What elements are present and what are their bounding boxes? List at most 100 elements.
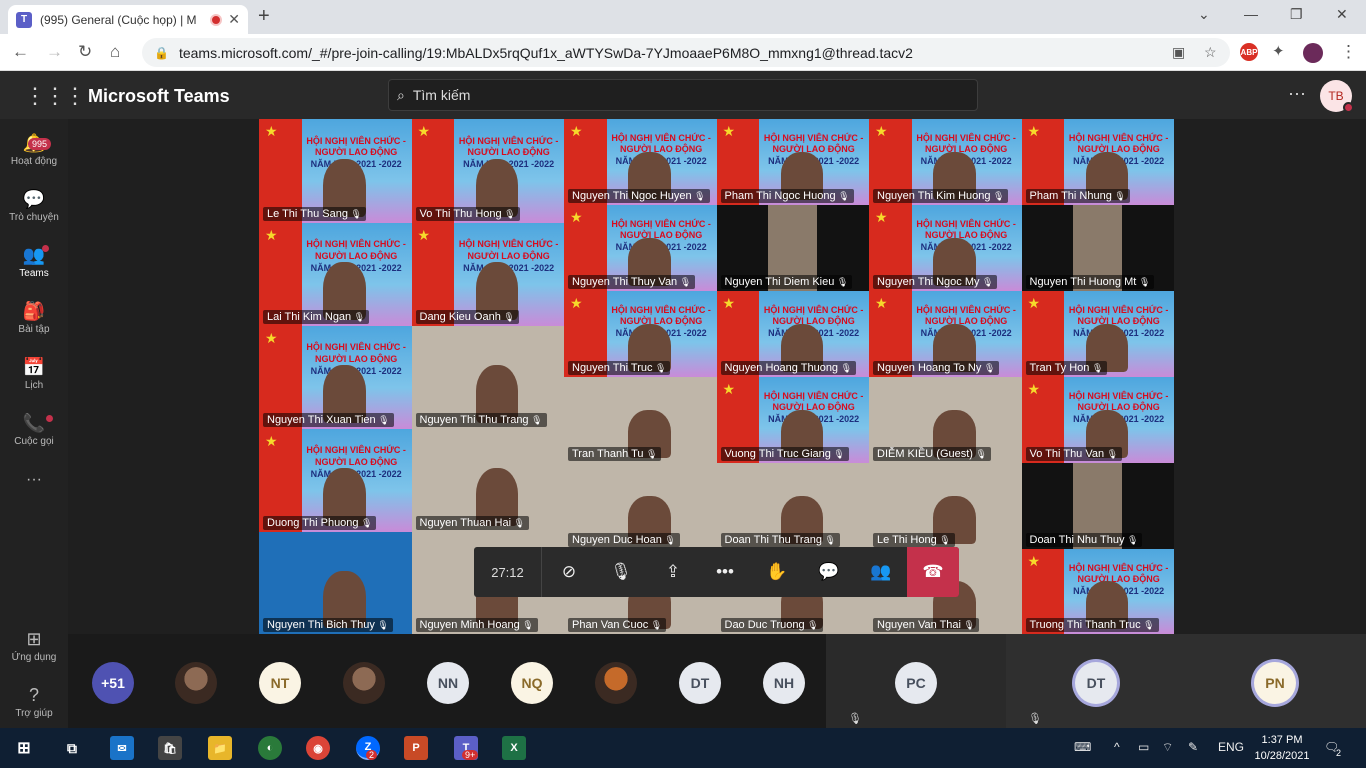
- app-launcher-icon[interactable]: ⋮⋮⋮: [24, 83, 86, 109]
- rail-item-chat[interactable]: 💬 Trò chuyện: [0, 189, 68, 223]
- chrome-icon[interactable]: ◉: [306, 736, 330, 760]
- pen-icon[interactable]: ✎: [1188, 740, 1198, 754]
- video-tile[interactable]: ★ HỘI NGHỊ VIÊN CHỨC - NGƯỜI LAO ĐỘNG NĂM …: [1021, 549, 1174, 634]
- minimize-icon[interactable]: —: [1244, 6, 1258, 22]
- video-tile[interactable]: ★ HỘI NGHỊ VIÊN CHỨC - NGƯỜI LAO ĐỘNG NĂM …: [411, 119, 564, 223]
- camera-off-icon[interactable]: ⊘: [552, 556, 586, 588]
- video-tile[interactable]: ★ HỘI NGHỊ VIÊN CHỨC - NGƯỜI LAO ĐỘNG NĂM …: [716, 377, 869, 463]
- rail-item-activity[interactable]: 995 🔔 Hoạt động: [0, 133, 68, 167]
- user-avatar[interactable]: TB: [1320, 80, 1354, 113]
- rail-item-calendar[interactable]: 📅 Lịch: [0, 357, 68, 391]
- rail-item-help[interactable]: ? Trợ giúp: [0, 685, 68, 719]
- video-tile[interactable]: ★ HỘI NGHỊ VIÊN CHỨC - NGƯỜI LAO ĐỘNG NĂM …: [564, 291, 717, 377]
- forward-icon[interactable]: →: [46, 42, 63, 62]
- speaker-avatar[interactable]: PN: [1254, 662, 1296, 704]
- bookmark-star-icon[interactable]: ☆: [1204, 44, 1217, 61]
- rail-more-icon[interactable]: ···: [0, 471, 68, 489]
- close-window-icon[interactable]: ✕: [1336, 6, 1348, 23]
- settings-more-icon[interactable]: ···: [1288, 83, 1306, 104]
- mail-icon[interactable]: ✉: [110, 736, 134, 760]
- close-tab-icon[interactable]: ✕: [228, 11, 240, 28]
- video-tile[interactable]: ★ HỘI NGHỊ VIÊN CHỨC - NGƯỜI LAO ĐỘNG NĂM …: [564, 119, 717, 205]
- video-tile[interactable]: ★ HỘI NGHỊ VIÊN CHỨC - NGƯỜI LAO ĐỘNG NĂM …: [259, 119, 412, 223]
- browser-menu-icon[interactable]: ⋮: [1340, 42, 1357, 62]
- language-indicator[interactable]: ENG: [1218, 740, 1244, 754]
- home-icon[interactable]: ⌂: [110, 42, 120, 62]
- participant-avatar[interactable]: DT: [679, 662, 721, 704]
- reload-icon[interactable]: ↻: [78, 42, 92, 62]
- participant-avatar[interactable]: [175, 662, 217, 704]
- speaker-avatar[interactable]: DT: [1075, 662, 1117, 704]
- rail-item-calls[interactable]: 📞 Cuộc gọi: [0, 413, 68, 447]
- participants-icon[interactable]: 👥: [864, 556, 898, 588]
- rail-item-apps[interactable]: ⊞ Ứng dụng: [0, 629, 68, 663]
- participant-name: Nguyen Hoang To Ny 🎙: [873, 361, 1000, 375]
- participant-avatar[interactable]: NN: [427, 662, 469, 704]
- video-tile[interactable]: Nguyen Thuan Hai 🎙: [411, 429, 564, 532]
- video-tile[interactable]: ★ HỘI NGHỊ VIÊN CHỨC - NGƯỜI LAO ĐỘNG NĂM …: [716, 291, 869, 377]
- network-icon[interactable]: ⌔: [1162, 740, 1173, 755]
- participant-avatar[interactable]: NH: [763, 662, 805, 704]
- video-tile[interactable]: Tran Thanh Tu 🎙: [564, 377, 717, 463]
- video-tile[interactable]: ★ HỘI NGHỊ VIÊN CHỨC - NGƯỜI LAO ĐỘNG NĂM …: [869, 119, 1022, 205]
- video-tile[interactable]: ★ HỘI NGHỊ VIÊN CHỨC - NGƯỜI LAO ĐỘNG NĂM …: [1021, 377, 1174, 463]
- new-tab-icon[interactable]: +: [258, 5, 270, 28]
- mic-off-icon[interactable]: 🎙: [604, 556, 638, 588]
- battery-icon[interactable]: ▭: [1138, 740, 1149, 754]
- video-tile[interactable]: ★ HỘI NGHỊ VIÊN CHỨC - NGƯỜI LAO ĐỘNG NĂM …: [869, 291, 1022, 377]
- back-icon[interactable]: ←: [12, 42, 29, 62]
- participant-avatar[interactable]: NQ: [511, 662, 553, 704]
- video-tile[interactable]: ★ HỘI NGHỊ VIÊN CHỨC - NGƯỜI LAO ĐỘNG NĂM …: [716, 119, 869, 205]
- extensions-icon[interactable]: ✦: [1272, 42, 1285, 60]
- share-screen-icon[interactable]: ⇪: [656, 556, 690, 588]
- store-icon[interactable]: 🛍: [158, 736, 182, 760]
- profile-avatar[interactable]: [1303, 43, 1323, 63]
- video-tile[interactable]: ★ HỘI NGHỊ VIÊN CHỨC - NGƯỜI LAO ĐỘNG NĂM …: [1021, 119, 1174, 205]
- search-input[interactable]: ⌕ Tìm kiếm: [388, 79, 978, 111]
- video-tile[interactable]: ★ HỘI NGHỊ VIÊN CHỨC - NGƯỜI LAO ĐỘNG NĂM …: [259, 429, 412, 532]
- tab-search-icon[interactable]: ⌄: [1198, 6, 1210, 23]
- video-tile[interactable]: Nguyen Thi Huong Mt 🎙: [1021, 205, 1174, 291]
- browser-tab[interactable]: T (995) General (Cuộc họp) | M ✕: [8, 5, 248, 34]
- excel-icon[interactable]: X: [502, 736, 526, 760]
- powerpoint-icon[interactable]: P: [404, 736, 428, 760]
- adblock-icon[interactable]: ABP: [1240, 43, 1258, 61]
- raise-hand-icon[interactable]: ✋: [760, 556, 794, 588]
- rail-item-assignments[interactable]: 🎒 Bài tập: [0, 301, 68, 335]
- video-tile[interactable]: Nguyen Thi Thu Trang 🎙: [411, 326, 564, 429]
- camera-permission-icon[interactable]: ▣: [1172, 44, 1185, 61]
- windows-start-icon[interactable]: ⊞: [12, 736, 36, 760]
- video-tile[interactable]: ★ HỘI NGHỊ VIÊN CHỨC - NGƯỜI LAO ĐỘNG NĂM …: [1021, 291, 1174, 377]
- task-view-icon[interactable]: ⧉: [60, 736, 84, 760]
- video-tile[interactable]: ★ HỘI NGHỊ VIÊN CHỨC - NGƯỜI LAO ĐỘNG NĂM …: [259, 223, 412, 326]
- video-tile[interactable]: DIỄM KIỀU (Guest) 🎙: [869, 377, 1022, 463]
- file-explorer-icon[interactable]: 📁: [208, 736, 232, 760]
- more-participants-button[interactable]: +51: [92, 662, 134, 704]
- video-tile[interactable]: ★ HỘI NGHỊ VIÊN CHỨC - NGƯỜI LAO ĐỘNG NĂM …: [259, 326, 412, 429]
- participant-name: Pham Thi Nhung 🎙: [1025, 189, 1130, 203]
- participant-avatar[interactable]: NT: [259, 662, 301, 704]
- clock[interactable]: 1:37 PM 10/28/2021: [1252, 732, 1312, 764]
- maximize-icon[interactable]: ❐: [1290, 6, 1303, 23]
- speaker-avatar[interactable]: PC: [895, 662, 937, 704]
- video-tile[interactable]: ★ HỘI NGHỊ VIÊN CHỨC - NGƯỜI LAO ĐỘNG NĂM …: [564, 205, 717, 291]
- rail-item-teams[interactable]: 👥 Teams: [0, 245, 68, 279]
- keyboard-icon[interactable]: ⌨: [1074, 740, 1091, 754]
- video-tile[interactable]: Le Thi Hong 🎙: [869, 463, 1022, 549]
- video-tile[interactable]: Doan Thi Thu Trang 🎙: [716, 463, 869, 549]
- video-tile[interactable]: Doan Thi Nhu Thuy 🎙: [1021, 463, 1174, 549]
- unknown-app-icon[interactable]: ◐: [258, 736, 282, 760]
- chat-icon[interactable]: 💬: [812, 556, 846, 588]
- video-tile[interactable]: Nguyen Thi Bich Thuy 🎙: [259, 532, 412, 634]
- video-tile[interactable]: ★ HỘI NGHỊ VIÊN CHỨC - NGƯỜI LAO ĐỘNG NĂM …: [411, 223, 564, 326]
- url-field[interactable]: 🔒 teams.microsoft.com/_#/pre-join-callin…: [142, 38, 1230, 67]
- show-hidden-icons[interactable]: ^: [1114, 740, 1120, 754]
- participant-avatar[interactable]: [343, 662, 385, 704]
- video-tile[interactable]: ★ HỘI NGHỊ VIÊN CHỨC - NGƯỜI LAO ĐỘNG NĂM …: [869, 205, 1022, 291]
- video-tile[interactable]: Nguyen Thi Diem Kieu 🎙: [716, 205, 869, 291]
- banner-title: HỘI NGHỊ VIÊN CHỨC - NGƯỜI LAO ĐỘNG: [458, 135, 559, 158]
- more-options-icon[interactable]: •••: [708, 556, 742, 588]
- hang-up-button[interactable]: ☎: [907, 547, 959, 597]
- participant-avatar[interactable]: [595, 662, 637, 704]
- video-tile[interactable]: Nguyen Duc Hoan 🎙: [564, 463, 717, 549]
